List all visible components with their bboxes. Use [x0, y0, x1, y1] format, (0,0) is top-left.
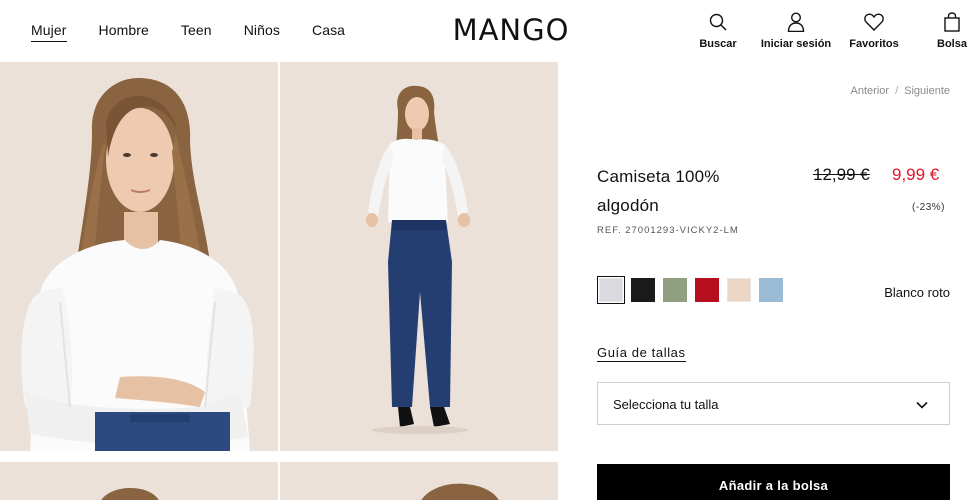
- original-price: 12,99 €: [813, 165, 870, 184]
- user-icon: [786, 12, 806, 32]
- bag-icon: [942, 12, 962, 32]
- add-to-bag-button[interactable]: Añadir a la bolsa: [597, 464, 950, 500]
- product-gallery: [0, 62, 558, 500]
- bag-button[interactable]: Bolsa: [934, 12, 970, 50]
- nav-item-teen[interactable]: Teen: [181, 22, 212, 42]
- selected-color-name: Blanco roto: [884, 285, 950, 300]
- color-swatch-green[interactable]: [663, 278, 687, 302]
- sale-price: 9,99 €: [892, 165, 940, 184]
- favorites-button[interactable]: Favoritos: [848, 12, 900, 50]
- search-label: Buscar: [699, 38, 737, 50]
- chevron-down-icon: [916, 401, 928, 409]
- search-button[interactable]: Buscar: [697, 12, 739, 50]
- size-guide-link[interactable]: Guía de tallas: [597, 345, 686, 362]
- pager-separator: /: [895, 85, 899, 97]
- favorites-label: Favoritos: [849, 38, 899, 50]
- color-swatches: [597, 276, 791, 304]
- nav-item-ninos[interactable]: Niños: [244, 22, 280, 42]
- nav-item-hombre[interactable]: Hombre: [99, 22, 149, 42]
- discount-badge: (-23%): [912, 202, 946, 213]
- login-button[interactable]: Iniciar sesión: [761, 12, 831, 50]
- heart-icon: [864, 12, 884, 32]
- color-swatch-red[interactable]: [695, 278, 719, 302]
- size-select-value: Selecciona tu talla: [613, 397, 719, 412]
- product-title: Camiseta 100% algodón: [597, 167, 720, 215]
- product-pager: Anterior / Siguiente: [851, 85, 950, 97]
- product-photo-4[interactable]: [280, 462, 558, 500]
- bag-label: Bolsa: [937, 38, 967, 50]
- product-photo-fullbody[interactable]: [280, 62, 558, 451]
- product-photo-3[interactable]: [0, 462, 278, 500]
- product-reference: REF. 27001293-VICKY2-LM: [597, 225, 739, 236]
- color-swatch-black[interactable]: [631, 278, 655, 302]
- header-actions: Buscar Iniciar sesión Favoritos Bolsa: [690, 12, 979, 54]
- color-swatch-blanco-roto[interactable]: [597, 276, 625, 304]
- site-header: Mujer Hombre Teen Niños Casa MANGO Busca…: [0, 0, 979, 62]
- previous-link[interactable]: Anterior: [851, 85, 890, 97]
- mango-logo[interactable]: MANGO: [440, 14, 582, 46]
- logo-text: MANGO: [453, 14, 570, 46]
- login-label: Iniciar sesión: [760, 38, 832, 50]
- color-swatch-blue[interactable]: [759, 278, 783, 302]
- color-swatch-beige[interactable]: [727, 278, 751, 302]
- search-icon: [708, 12, 728, 32]
- nav-item-mujer[interactable]: Mujer: [31, 22, 67, 42]
- next-link[interactable]: Siguiente: [904, 85, 950, 97]
- nav-item-casa[interactable]: Casa: [312, 22, 345, 42]
- product-photo-closeup[interactable]: [0, 62, 278, 451]
- product-panel: Anterior / Siguiente Camiseta 100% algodón…: [558, 62, 979, 500]
- main-nav: Mujer Hombre Teen Niños Casa: [31, 22, 377, 42]
- size-select[interactable]: Selecciona tu talla: [597, 382, 950, 425]
